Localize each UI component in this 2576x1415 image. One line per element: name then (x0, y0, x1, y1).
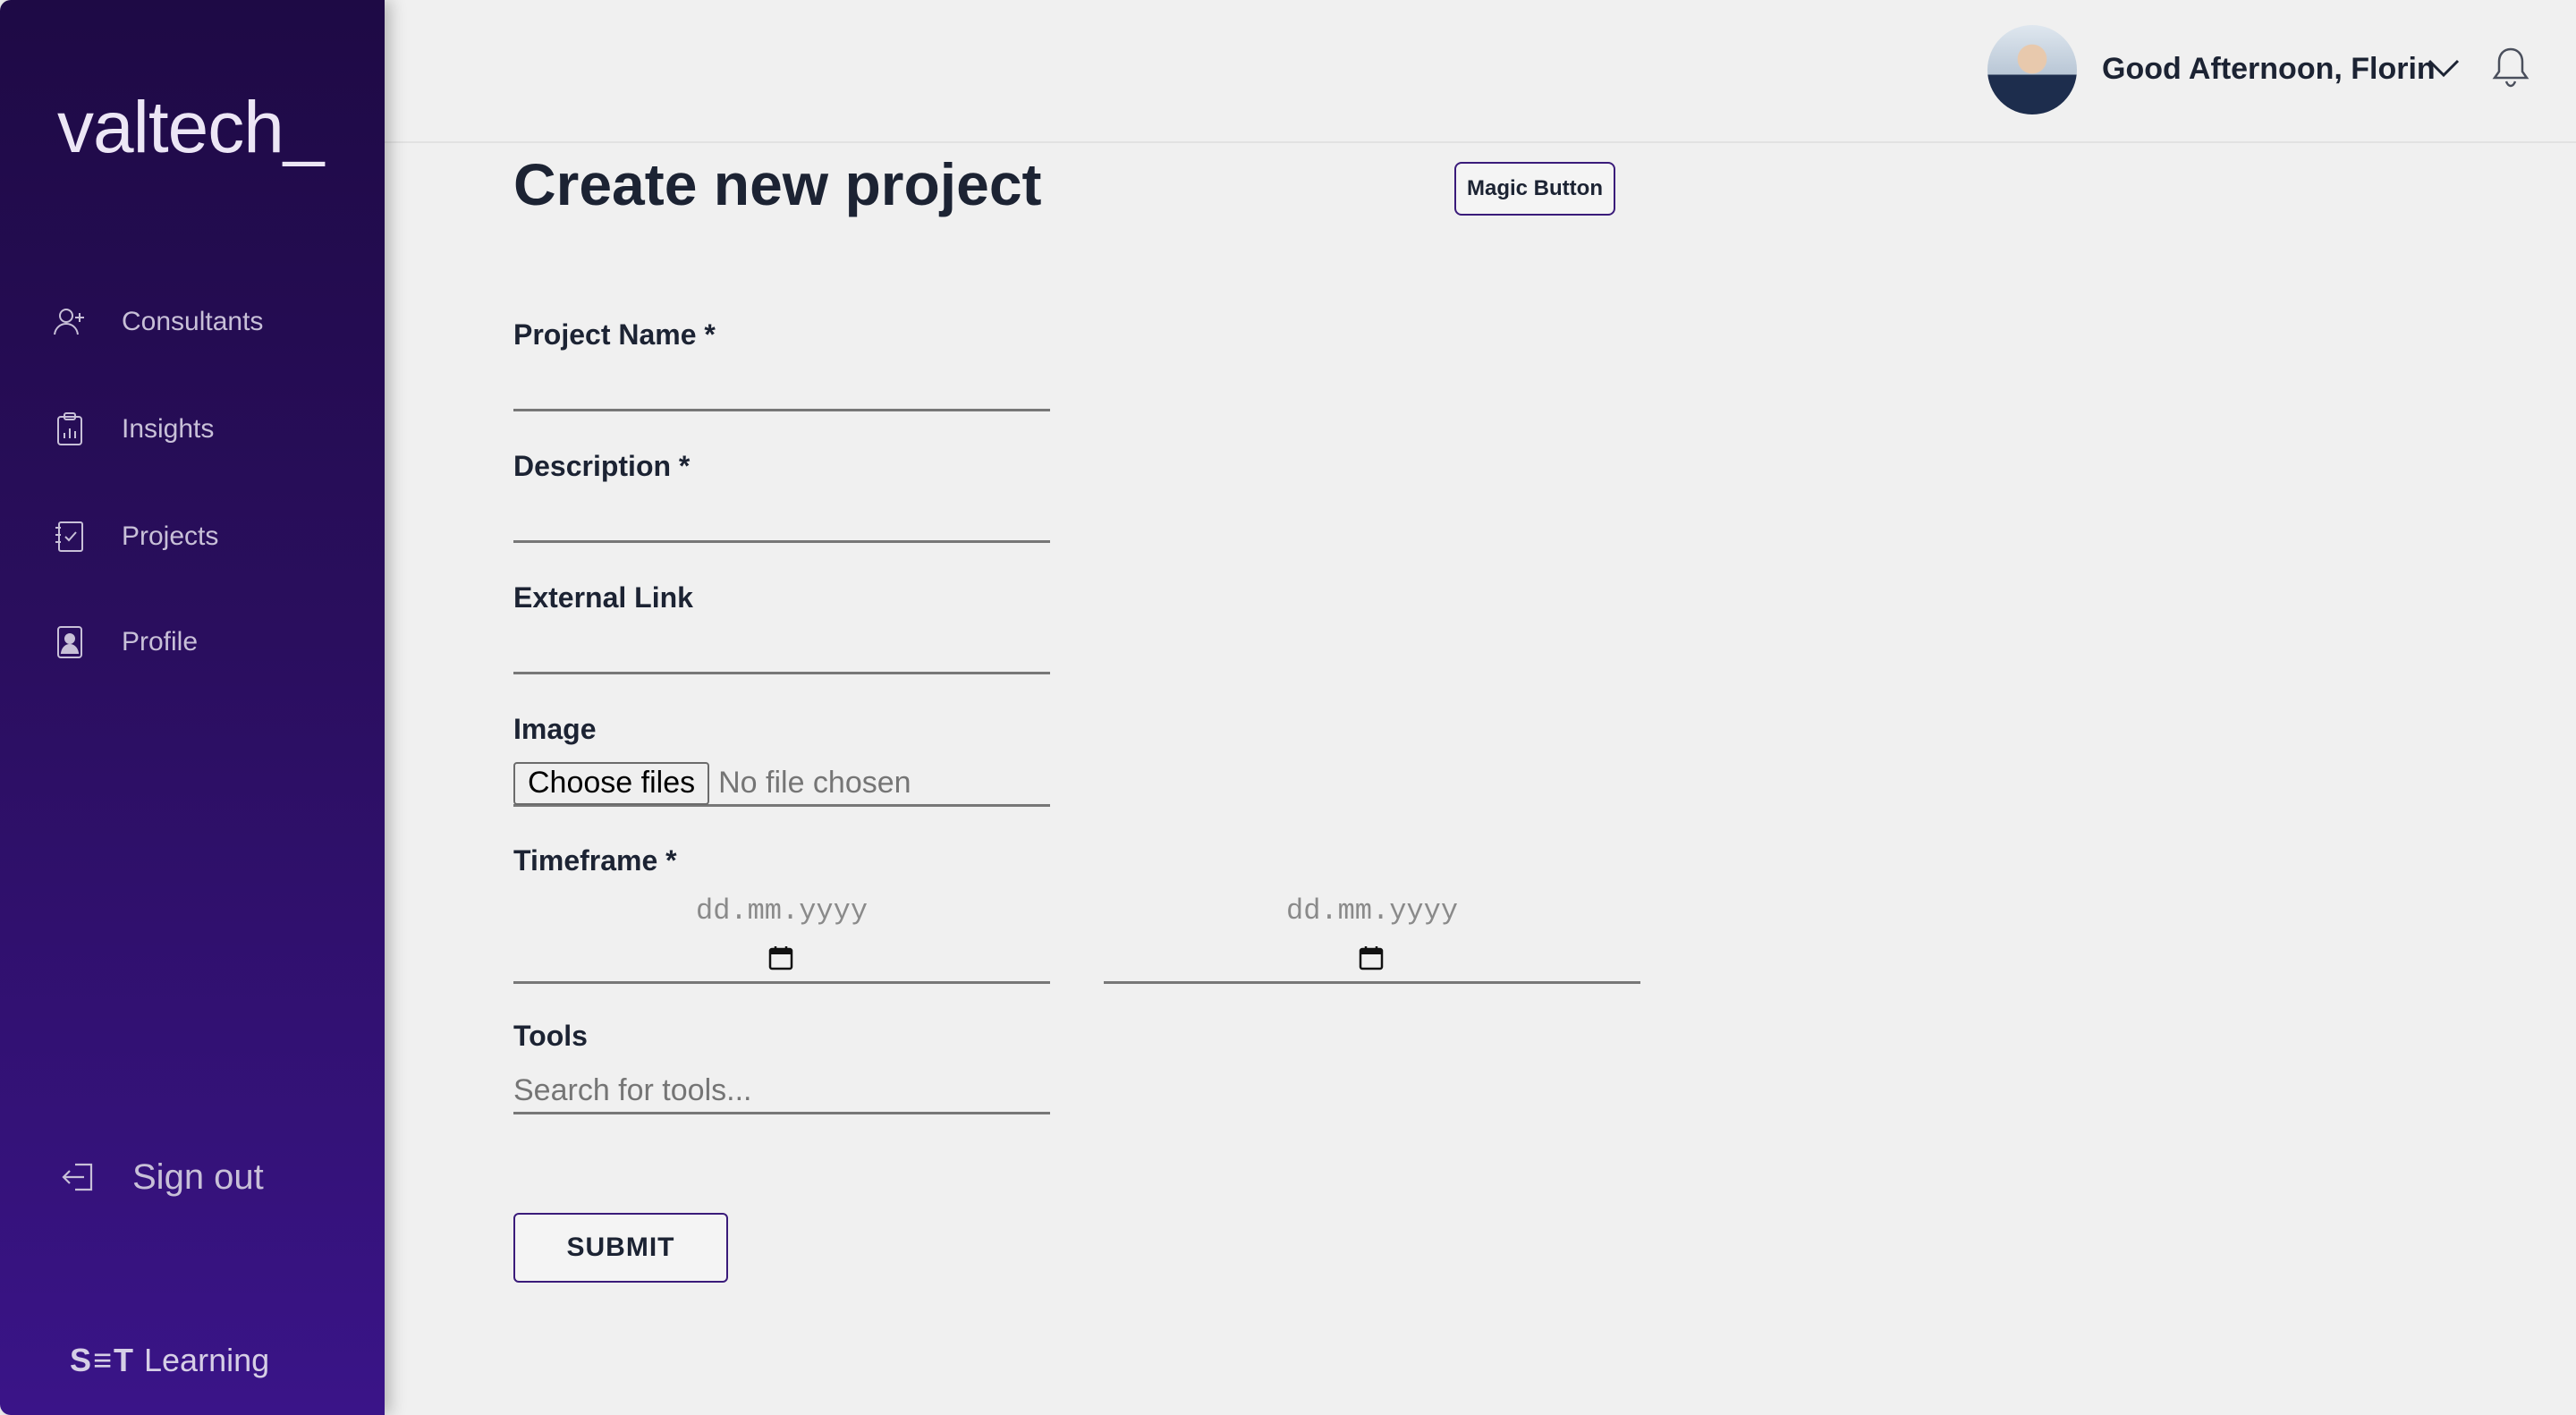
image-label: Image (513, 713, 597, 745)
bell-icon[interactable] (2490, 45, 2531, 89)
sidebar-item-label: Consultants (122, 307, 264, 336)
file-status: No file chosen (718, 766, 911, 800)
magic-button[interactable]: Magic Button (1454, 162, 1615, 216)
avatar[interactable] (1987, 25, 2077, 114)
submit-button[interactable]: SUBMIT (513, 1213, 728, 1283)
description-input[interactable] (513, 498, 1050, 543)
sidebar: valtech_ Consultants Insights Projects P… (0, 0, 385, 1415)
sidebar-item-label: Profile (122, 627, 199, 657)
add-user-icon (50, 302, 89, 342)
description-label: Description * (513, 450, 691, 482)
sidebar-item-label: Projects (122, 521, 219, 551)
clipboard-chart-icon (50, 410, 89, 449)
end-date-placeholder: dd.mm.yyyy (1285, 894, 1459, 928)
tools-search-input[interactable] (513, 1070, 1050, 1114)
profile-card-icon (50, 623, 89, 662)
sign-out-icon (59, 1156, 102, 1199)
calendar-icon[interactable] (1358, 945, 1385, 971)
set-learning-logo: S≡T Learning (70, 1342, 270, 1378)
sidebar-item-consultants[interactable]: Consultants (50, 302, 263, 342)
calendar-icon[interactable] (767, 945, 794, 971)
external-link-label: External Link (513, 581, 693, 614)
greeting-text[interactable]: Good Afternoon, Florin (2102, 52, 2436, 87)
start-date-placeholder: dd.mm.yyyy (695, 894, 869, 928)
sidebar-item-profile[interactable]: Profile (50, 623, 198, 662)
start-date-input[interactable]: dd.mm.yyyy (513, 885, 1050, 984)
tools-label: Tools (513, 1020, 588, 1052)
external-link-input[interactable] (513, 630, 1050, 674)
page-title: Create new project (513, 151, 1042, 217)
project-name-input[interactable] (513, 367, 1050, 411)
image-file-input[interactable]: Choose files No file chosen (513, 761, 1050, 807)
chevron-down-icon[interactable] (2426, 52, 2462, 84)
valtech-logo[interactable]: valtech_ (57, 86, 324, 170)
checklist-icon (50, 517, 89, 556)
sidebar-item-projects[interactable]: Projects (50, 517, 218, 556)
sidebar-item-label: Insights (122, 414, 215, 444)
choose-files-button[interactable]: Choose files (513, 761, 710, 805)
end-date-input[interactable]: dd.mm.yyyy (1104, 885, 1640, 984)
project-name-label: Project Name * (513, 318, 716, 351)
timeframe-label: Timeframe * (513, 844, 677, 877)
sidebar-item-insights[interactable]: Insights (50, 410, 214, 449)
sign-out-button[interactable]: Sign out (59, 1156, 264, 1199)
sign-out-label: Sign out (132, 1157, 264, 1197)
